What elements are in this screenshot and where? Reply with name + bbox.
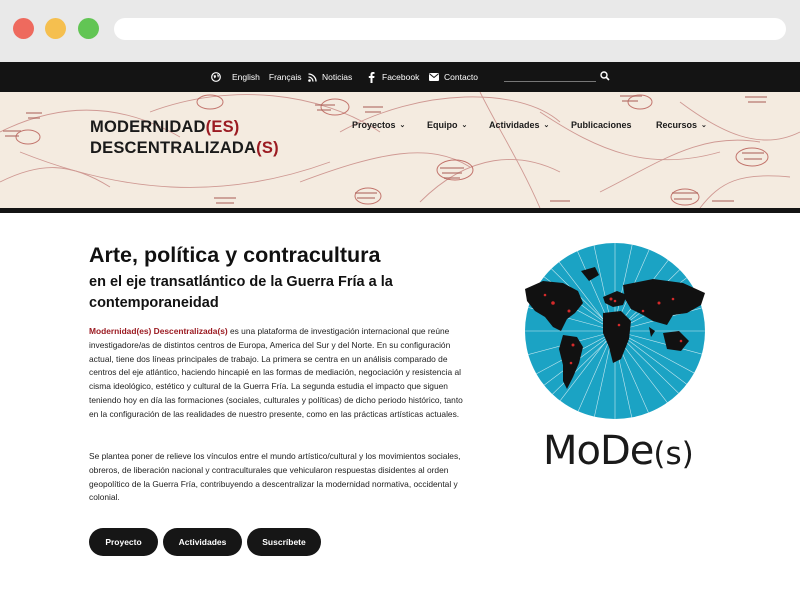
search-icon [600,71,610,81]
site-header: MODERNIDAD(ES) DESCENTRALIZADA(S) Proyec… [0,92,800,208]
lang-english-link[interactable]: English [232,62,260,92]
nav-label: Recursos [656,120,698,130]
second-paragraph: Se plantea poner de relieve los vínculos… [89,451,461,503]
project-name-link[interactable]: Modernidad(es) Descentralizada(s) [89,326,228,336]
logo-line1: MODERNIDAD [90,118,206,136]
site-logo[interactable]: MODERNIDAD(ES) DESCENTRALIZADA(S) [90,117,279,159]
nav-item-actividades[interactable]: Actividades ⌄ [489,120,549,130]
globe-logo-icon [525,243,705,419]
brand-suffix-text: (s) [653,436,694,472]
nav-item-recursos[interactable]: Recursos ⌄ [656,120,707,130]
nav-item-equipo[interactable]: Equipo ⌄ [427,120,467,130]
intro-text: es una plataforma de investigación inter… [89,326,463,419]
actividades-button[interactable]: Actividades [163,528,242,556]
top-bar: English Français Noticias Facebook Conta… [0,62,800,92]
nav-label: Actividades [489,120,540,130]
header-divider [0,208,800,213]
chevron-down-icon: ⌄ [701,122,707,129]
close-window-button[interactable] [13,18,34,39]
facebook-icon [368,71,375,83]
nav-label: Publicaciones [571,120,632,130]
nav-item-proyectos[interactable]: Proyectos ⌄ [352,120,405,130]
proyecto-button[interactable]: Proyecto [89,528,158,556]
chevron-down-icon: ⌄ [543,122,550,129]
facebook-link[interactable]: Facebook [368,62,419,92]
search-button[interactable] [600,71,610,81]
noticias-link[interactable]: Noticias [308,62,352,92]
address-bar[interactable] [114,18,786,40]
search-input[interactable] [504,81,596,82]
modes-brand-wordmark: MoDe(s) [543,428,694,474]
intro-paragraph: Modernidad(es) Descentralizada(s) es una… [89,325,469,422]
logo-line2-accent: (S) [256,139,279,157]
noticias-label: Noticias [322,72,353,82]
nav-label: Equipo [427,120,458,130]
rss-icon [308,72,317,82]
facebook-label: Facebook [382,72,420,82]
browser-chrome [0,0,800,62]
contacto-label: Contacto [444,72,479,82]
logo-line2: DESCENTRALIZADA [90,139,257,157]
brand-main-text: MoDe [543,428,654,474]
nav-item-publicaciones[interactable]: Publicaciones [571,120,632,130]
page-title: Arte, política y contracultura [89,243,381,267]
maximize-window-button[interactable] [78,18,99,39]
suscribete-button[interactable]: Suscríbete [247,528,321,556]
contacto-link[interactable]: Contacto [429,62,478,92]
minimize-window-button[interactable] [45,18,66,39]
chevron-down-icon: ⌄ [461,122,468,129]
chevron-down-icon: ⌄ [399,122,406,129]
language-switcher: English Français [211,62,301,92]
page-subtitle: en el eje transatlántico de la Guerra Fr… [89,274,393,311]
globe-icon [211,72,221,82]
lang-francais-link[interactable]: Français [269,62,302,92]
logo-line1-accent: (ES) [205,118,240,136]
mail-icon [429,73,439,81]
nav-label: Proyectos [352,120,396,130]
